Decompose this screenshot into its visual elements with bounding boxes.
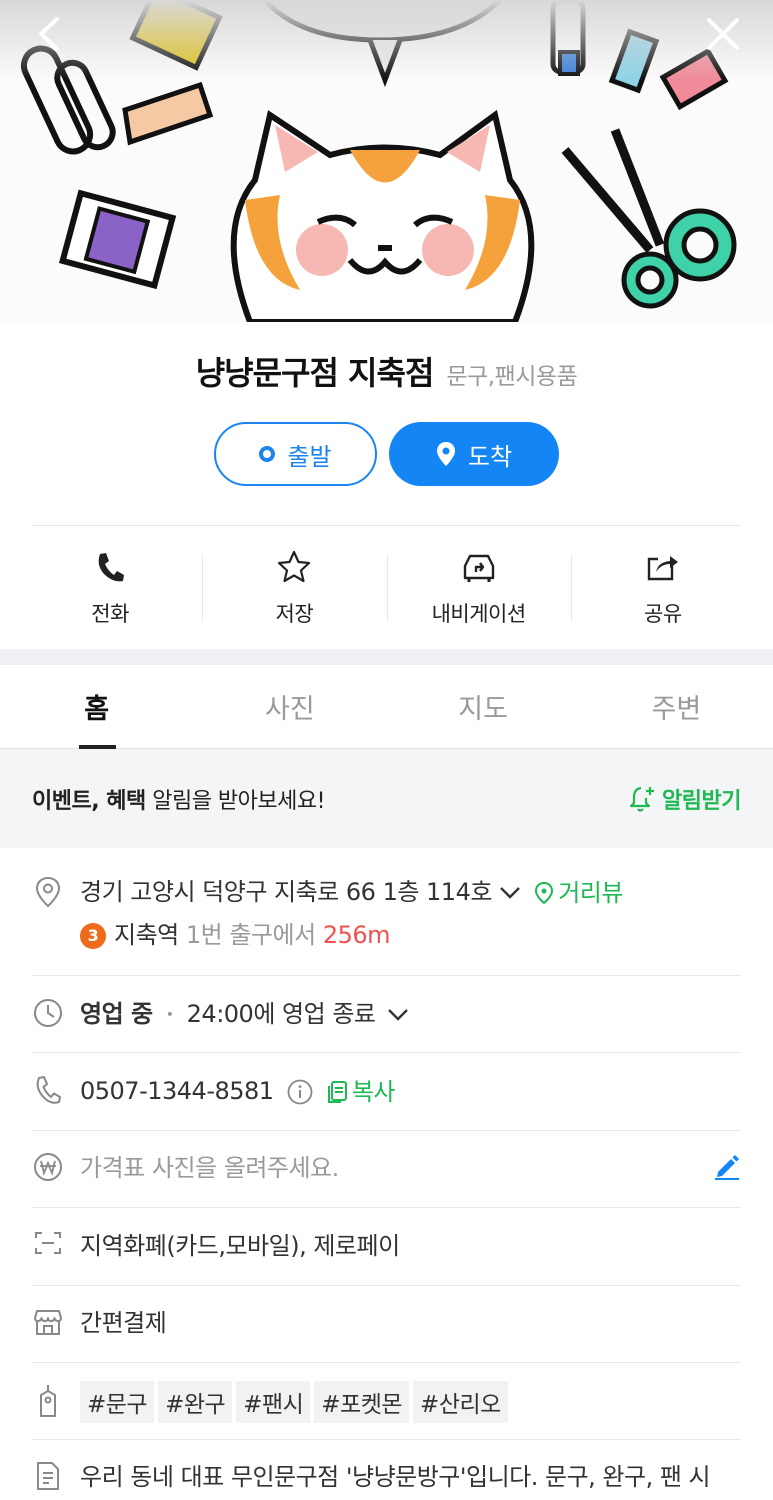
price-row[interactable]: 가격표 사진을 올려주세요. [32,1152,741,1184]
description-text: 우리 동네 대표 무인문구점 '냥냥문방구'입니다. 문구, 완구, 팬 시 [80,1463,711,1491]
payment-local-text: 지역화폐(카드,모바일), 제로페이 [80,1232,400,1260]
tag-chip[interactable]: #완구 [158,1381,233,1423]
section-gap [0,649,773,665]
notice-text: 알림을 받아보세요! [145,788,325,814]
subscribe-label: 알림받기 [662,788,741,814]
tags-row: #문구 #완구 #팬시 #포켓몬 #산리오 [32,1381,741,1423]
copy-label: 복사 [351,1078,396,1106]
dot-separator: • [165,1007,174,1023]
subway-line-badge: 3 [80,923,106,949]
address-text[interactable]: 경기 고양시 덕양구 지축로 66 1층 114호 [80,878,492,906]
price-placeholder: 가격표 사진을 올려주세요. [80,1154,339,1182]
document-icon [32,1461,64,1491]
action-bar: 전화 저장 내비게이션 공유 [18,548,755,628]
event-notice-banner: 이벤트, 혜택 알림을 받아보세요! 알림받기 [0,749,773,848]
route-arrive-button[interactable]: 도착 [389,422,559,486]
divider [32,1285,741,1286]
bell-plus-icon [629,786,655,812]
notice-bold-text: 이벤트, 혜택 [32,788,146,814]
tag-chip[interactable]: #문구 [80,1381,155,1423]
place-title-row: 냥냥문구점 지축점 문구,팬시용품 [0,348,773,394]
route-arrive-label: 도착 [467,442,513,471]
tab-nearby[interactable]: 주변 [580,665,773,748]
address-row: 경기 고양시 덕양구 지축로 66 1층 114호 거리뷰 3 지축역 1번 출구… [32,876,741,951]
hours-expand-icon[interactable] [387,1008,409,1022]
payment-local-row: 지역화폐(카드,모바일), 제로페이 [32,1230,741,1262]
subway-exit: 1번 출구에서 [178,921,323,949]
chevron-left-icon [39,17,59,51]
copy-icon [327,1081,347,1103]
map-pin-icon [32,876,64,908]
hours-detail: 24:00에 영업 종료 [186,1000,376,1028]
share-label: 공유 [644,602,682,626]
tag-chip[interactable]: #팬시 [236,1381,311,1423]
hours-status: 영업 중 [80,1000,153,1028]
tag-icon [32,1381,64,1419]
route-start-button[interactable]: 출발 [214,422,377,486]
clock-icon [32,998,64,1028]
divider [32,1052,741,1053]
divider [32,1130,741,1131]
close-button[interactable] [699,10,747,58]
phone-icon [95,548,125,586]
divider [32,975,741,976]
subscribe-button[interactable]: 알림받기 [628,783,741,815]
street-view-label: 거리뷰 [558,879,623,907]
copy-button[interactable]: 복사 [326,1076,396,1108]
tab-photos[interactable]: 사진 [193,665,386,748]
navigation-button[interactable]: 내비게이션 [386,548,571,628]
divider [32,1362,741,1363]
tab-home[interactable]: 홈 [0,665,193,749]
street-view-link[interactable]: 거리뷰 [534,877,623,909]
address-block: 경기 고양시 덕양구 지축로 66 1층 114호 거리뷰 3 지축역 1번 출구… [80,876,623,951]
subway-station: 지축역 [114,921,179,949]
place-category: 문구,팬시용품 [446,364,578,390]
location-pin-icon [436,442,455,466]
route-start-label: 출발 [287,442,332,471]
subway-distance: 256m [322,921,391,949]
call-label: 전화 [91,602,129,626]
navigation-label: 내비게이션 [431,602,527,626]
save-label: 저장 [275,602,314,626]
payment-easy-text: 간편결제 [80,1309,167,1337]
notice-message: 이벤트, 혜택 알림을 받아보세요! [32,783,325,815]
hours-row[interactable]: 영업 중 • 24:00에 영업 종료 [32,998,741,1031]
divider [32,525,741,526]
divider [32,1439,741,1440]
origin-dot-icon [259,446,276,462]
phone-number[interactable]: 0507-1344-8581 [80,1077,274,1105]
tab-bar: 홈 사진 지도 주변 [0,665,773,749]
top-shade [0,0,773,80]
won-icon [32,1152,64,1184]
street-view-pin-icon [535,881,554,905]
share-button[interactable]: 공유 [570,548,755,628]
payment-easy-row: 간편결제 [32,1307,741,1339]
place-name: 냥냥문구점 지축점 [195,354,435,392]
store-icon [32,1307,64,1337]
phone-row: 0507-1344-8581 복사 [32,1075,741,1108]
address-expand-icon[interactable] [499,886,521,900]
hero-image [0,0,773,322]
tag-chip[interactable]: #포켓몬 [314,1381,410,1423]
tab-map[interactable]: 지도 [387,665,580,748]
info-icon[interactable] [287,1079,313,1105]
share-icon [646,548,680,586]
back-button[interactable] [26,10,74,58]
close-icon [707,18,739,50]
star-icon [277,548,311,586]
save-button[interactable]: 저장 [202,548,386,628]
divider [32,1207,741,1208]
phone-outline-icon [32,1075,64,1105]
description-row[interactable]: 우리 동네 대표 무인문구점 '냥냥문방구'입니다. 문구, 완구, 팬 시 [32,1461,741,1493]
call-button[interactable]: 전화 [18,548,202,628]
pencil-icon[interactable] [713,1152,741,1184]
navigation-car-icon [461,548,497,586]
tag-list: #문구 #완구 #팬시 #포켓몬 #산리오 [80,1381,512,1423]
scan-card-icon [32,1230,64,1256]
tag-chip[interactable]: #산리오 [413,1381,508,1423]
